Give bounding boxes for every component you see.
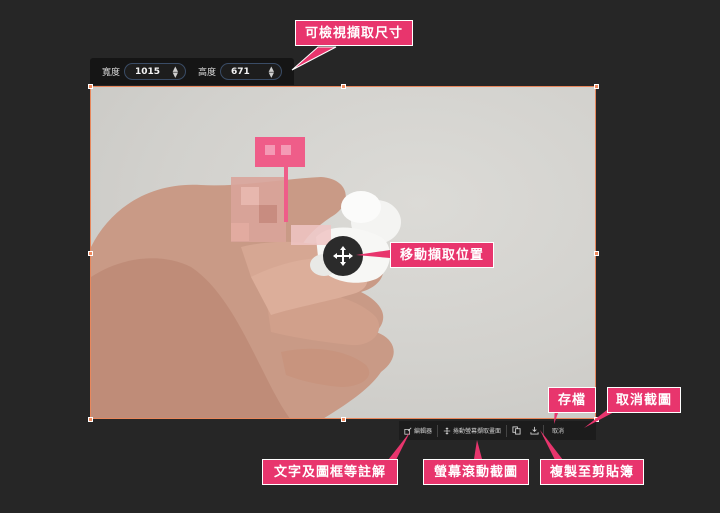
callout-scroll: 螢幕滾動截圖 bbox=[423, 459, 529, 485]
annotation-arrows bbox=[291, 46, 618, 460]
callout-cancel: 取消截圖 bbox=[607, 387, 681, 413]
callout-copy: 複製至剪貼簿 bbox=[540, 459, 644, 485]
callout-resize: 可檢視擷取尺寸 bbox=[295, 20, 413, 46]
callout-save: 存檔 bbox=[548, 387, 596, 413]
callout-move: 移動擷取位置 bbox=[390, 242, 494, 268]
callout-annotate: 文字及圖框等註解 bbox=[262, 459, 398, 485]
